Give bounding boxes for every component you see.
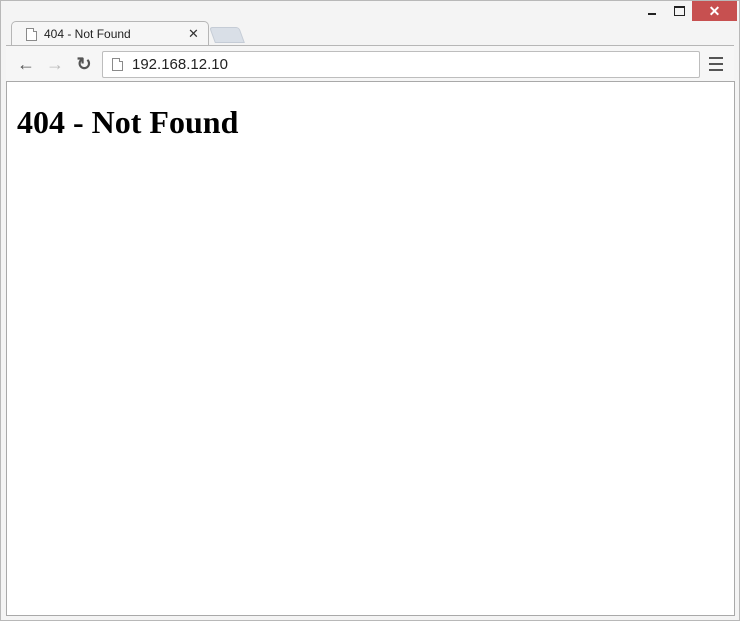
minimize-icon bbox=[648, 13, 656, 15]
forward-button[interactable]: → bbox=[43, 52, 67, 76]
toolbar: ← → ↻ 192.168.12.10 bbox=[6, 45, 734, 82]
maximize-button[interactable] bbox=[667, 1, 691, 21]
tab-active[interactable]: 404 - Not Found ✕ bbox=[11, 21, 209, 46]
url-text[interactable]: 192.168.12.10 bbox=[132, 56, 228, 73]
page-icon bbox=[112, 58, 123, 71]
reload-icon: ↻ bbox=[76, 53, 92, 74]
forward-arrow-icon: → bbox=[46, 53, 64, 74]
new-tab-button[interactable] bbox=[209, 27, 245, 43]
hamburger-line bbox=[709, 69, 723, 71]
close-icon: ✕ bbox=[708, 2, 721, 19]
hamburger-icon bbox=[709, 57, 723, 59]
reload-button[interactable]: ↻ bbox=[72, 52, 96, 76]
menu-button[interactable] bbox=[706, 55, 726, 73]
minimize-button[interactable] bbox=[641, 1, 663, 21]
maximize-icon bbox=[673, 6, 685, 16]
back-arrow-icon: ← bbox=[17, 53, 35, 74]
document-icon bbox=[26, 27, 37, 41]
tab-strip: 404 - Not Found ✕ bbox=[1, 19, 739, 46]
page-content: 404 - Not Found bbox=[6, 81, 735, 616]
back-button[interactable]: ← bbox=[14, 52, 38, 76]
address-bar[interactable]: 192.168.12.10 bbox=[102, 51, 700, 78]
tab-close-icon[interactable]: ✕ bbox=[188, 26, 199, 42]
close-window-button[interactable]: ✕ bbox=[692, 1, 737, 21]
page-heading: 404 - Not Found bbox=[17, 104, 239, 140]
tab-title: 404 - Not Found bbox=[44, 27, 131, 41]
hamburger-line bbox=[709, 63, 723, 65]
browser-window: ✕ 404 - Not Found ✕ ← → ↻ 192.168.12.10 … bbox=[0, 0, 740, 621]
